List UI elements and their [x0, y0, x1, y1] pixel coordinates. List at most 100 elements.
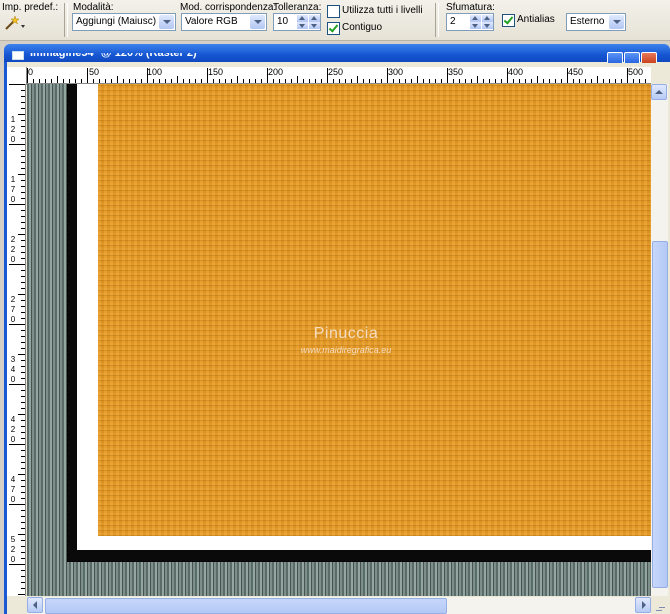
ruler-tick — [423, 79, 424, 83]
ruler-tick — [21, 438, 25, 439]
mode-select[interactable]: Aggiungi (Maiusc) — [72, 13, 176, 31]
spin-up-icon[interactable] — [470, 15, 481, 22]
scroll-right-button[interactable] — [635, 597, 651, 613]
ruler-tick — [177, 76, 178, 83]
antialias-mode-value: Esterno — [570, 16, 605, 27]
ruler-tick — [165, 79, 166, 83]
ruler-tick — [339, 79, 340, 83]
chevron-down-icon[interactable] — [250, 15, 265, 29]
ruler-label-digit: 2 — [10, 235, 16, 244]
horizontal-scroll-thumb[interactable] — [45, 598, 447, 614]
ruler-tick — [21, 558, 25, 559]
horizontal-ruler: 0 50 100 150 200 250 300 350 400 450 500 — [27, 67, 651, 84]
ruler-label-digit: 2 — [10, 425, 16, 434]
window-titlebar[interactable]: Immagine54* @ 120% (Raster 2) — [4, 44, 670, 63]
vertical-scroll-thumb[interactable] — [652, 241, 668, 588]
ruler-tick — [9, 564, 25, 565]
ruler-tick — [219, 79, 220, 83]
ruler-tick — [18, 354, 25, 355]
antialias-checkbox[interactable] — [502, 14, 515, 27]
spin-up-icon[interactable] — [482, 15, 493, 22]
scroll-left-button[interactable] — [27, 597, 43, 613]
chevron-down-icon[interactable] — [159, 15, 174, 29]
match-mode-select[interactable]: Valore RGB — [181, 13, 267, 31]
ruler-label-digit: 1 — [10, 175, 16, 184]
spin-down-icon[interactable] — [309, 22, 320, 29]
feather-spinner[interactable]: 2 — [446, 13, 494, 31]
tolerance-spinner[interactable]: 10 — [273, 13, 321, 31]
ruler-label-digit: 4 — [10, 415, 16, 424]
ruler-tick — [477, 76, 478, 83]
ruler-tick — [21, 372, 25, 373]
ruler-tick — [9, 504, 25, 505]
ruler-tick — [21, 450, 25, 451]
ruler-tick — [21, 126, 25, 127]
ruler-tick — [21, 258, 25, 259]
ruler-tick — [45, 79, 46, 83]
tolerance-value: 10 — [277, 16, 289, 27]
size-grip[interactable] — [651, 597, 668, 614]
spin-down-icon[interactable] — [470, 22, 481, 29]
ruler-tick — [21, 186, 25, 187]
spin-down-icon[interactable] — [482, 22, 493, 29]
ruler-tick — [18, 474, 25, 475]
magic-wand-icon — [5, 15, 25, 30]
ruler-tick — [21, 312, 25, 313]
ruler-tick — [21, 522, 25, 523]
ruler-tick — [303, 79, 304, 83]
spin-up-icon[interactable] — [309, 15, 320, 22]
close-button[interactable] — [641, 52, 657, 63]
ruler-tick — [21, 408, 25, 409]
ruler-tick — [21, 108, 25, 109]
image-canvas[interactable]: Pinuccia www.maidiregrafica.eu — [27, 84, 651, 596]
spin-down-icon[interactable] — [297, 22, 308, 29]
contiguous-checkbox[interactable] — [327, 22, 340, 35]
ruler-tick — [591, 79, 592, 83]
ruler-tick — [201, 79, 202, 83]
ruler-tick — [21, 192, 25, 193]
ruler-label-digit: 0 — [10, 255, 16, 264]
ruler-tick — [537, 76, 538, 83]
preset-button[interactable] — [3, 14, 27, 32]
scroll-up-button[interactable] — [651, 84, 667, 100]
ruler-tick — [111, 79, 112, 83]
ruler-tick — [21, 216, 25, 217]
ruler-tick — [18, 414, 25, 415]
ruler-tick — [561, 79, 562, 83]
ruler-label: 200 — [268, 67, 284, 77]
ruler-label-digit: 4 — [10, 475, 16, 484]
use-all-layers-checkbox[interactable] — [327, 5, 340, 18]
ruler-label-digit: 2 — [10, 545, 16, 554]
contiguous-label: Contiguo — [342, 22, 383, 33]
ruler-tick — [18, 234, 25, 235]
ruler-tick — [21, 180, 25, 181]
ruler-tick — [399, 79, 400, 83]
ruler-tick — [21, 156, 25, 157]
antialias-mode-select[interactable]: Esterno — [566, 13, 626, 31]
ruler-tick — [21, 528, 25, 529]
ruler-tick — [21, 510, 25, 511]
ruler-tick — [21, 102, 25, 103]
ruler-tick — [579, 79, 580, 83]
ruler-label: 450 — [568, 67, 584, 77]
ruler-tick — [411, 79, 412, 83]
spin-up-icon[interactable] — [297, 15, 308, 22]
horizontal-scrollbar[interactable] — [27, 597, 651, 614]
ruler-tick — [225, 79, 226, 83]
ruler-tick — [21, 462, 25, 463]
ruler-tick — [21, 300, 25, 301]
ruler-tick — [21, 288, 25, 289]
watermark-url: www.maidiregrafica.eu — [300, 345, 392, 355]
ruler-tick — [633, 79, 634, 83]
use-all-layers-label: Utilizza tutti i livelli — [342, 5, 423, 16]
ruler-tick — [21, 240, 25, 241]
chevron-down-icon[interactable] — [609, 15, 624, 29]
ruler-tick — [21, 120, 25, 121]
vertical-scrollbar[interactable] — [651, 84, 668, 596]
ruler-tick — [21, 588, 25, 589]
ruler-tick — [429, 79, 430, 83]
ruler-tick — [519, 79, 520, 83]
minimize-button[interactable] — [607, 52, 623, 63]
ruler-tick — [75, 79, 76, 83]
maximize-button[interactable] — [624, 52, 640, 63]
